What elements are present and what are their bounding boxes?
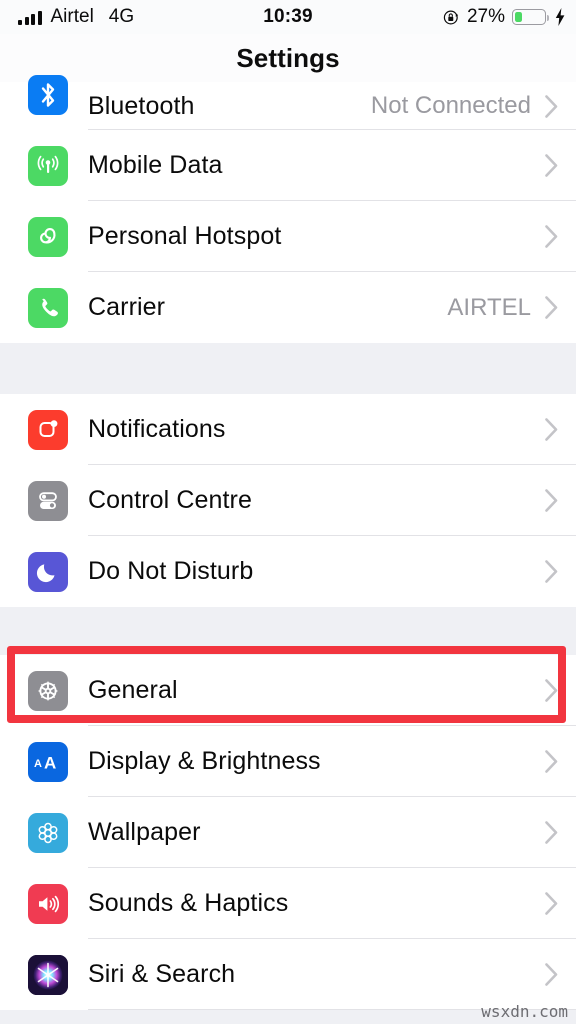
settings-row-accessory: AIRTEL (447, 294, 558, 322)
rotation-lock-icon (443, 9, 460, 26)
chevron-right-icon (545, 750, 558, 773)
settings-row-notifications[interactable]: Notifications (0, 394, 576, 465)
settings-row-label: Carrier (88, 293, 166, 321)
settings-row-label: Personal Hotspot (88, 222, 282, 250)
settings-row-accessory (531, 154, 558, 177)
chevron-right-icon (545, 679, 558, 702)
settings-row-label: Siri & Search (88, 960, 236, 988)
bluetooth-icon (28, 75, 68, 115)
settings-group-system: General A A Display & Brightness Wallpap… (0, 646, 576, 1010)
settings-row-wallpaper[interactable]: Wallpaper (0, 797, 576, 868)
personal-hotspot-icon (28, 216, 68, 257)
mobile-data-icon (28, 145, 68, 186)
chevron-right-icon (545, 418, 558, 441)
settings-row-bluetooth[interactable]: Bluetooth Not Connected (0, 75, 576, 130)
navigation-bar: Settings (0, 34, 576, 82)
battery-icon (512, 9, 550, 25)
svg-text:A: A (34, 758, 42, 770)
control-centre-icon (28, 480, 68, 521)
settings-row-label: Display & Brightness (88, 747, 321, 775)
settings-group-connectivity: Bluetooth Not Connected Mobile Data Pers… (0, 75, 576, 343)
page-title: Settings (236, 42, 340, 73)
chevron-right-icon (545, 821, 558, 844)
chevron-right-icon (545, 154, 558, 177)
settings-row-value: Not Connected (370, 92, 531, 119)
charging-bolt-icon (553, 8, 566, 26)
settings-row-label: Mobile Data (88, 151, 223, 179)
general-gear-icon (28, 670, 68, 711)
settings-row-accessory (531, 750, 558, 773)
settings-row-accessory (531, 560, 558, 583)
settings-row-control-centre[interactable]: Control Centre (0, 465, 576, 536)
sounds-haptics-icon (28, 883, 68, 924)
site-watermark: wsxdn.com (481, 1002, 568, 1021)
settings-row-siri-search[interactable]: Siri & Search (0, 939, 576, 1010)
settings-row-accessory (531, 821, 558, 844)
chevron-right-icon (545, 892, 558, 915)
settings-row-sounds-haptics[interactable]: Sounds & Haptics (0, 868, 576, 939)
settings-row-personal-hotspot[interactable]: Personal Hotspot (0, 201, 576, 272)
status-clock: 10:39 (263, 6, 313, 27)
settings-row-accessory (531, 963, 558, 986)
settings-row-label: Wallpaper (88, 818, 201, 846)
settings-group-alerts: Notifications Control Centre Do Not Dist… (0, 394, 576, 607)
settings-row-general[interactable]: General (0, 646, 576, 726)
status-bar-right: 27% (443, 0, 566, 34)
settings-row-label: Do Not Disturb (88, 557, 254, 585)
status-bar: Airtel 4G 10:39 27% (0, 0, 576, 34)
settings-row-label: Bluetooth (88, 91, 195, 120)
chevron-right-icon (545, 560, 558, 583)
chevron-right-icon (545, 296, 558, 319)
wallpaper-icon (28, 812, 68, 853)
chevron-right-icon (545, 489, 558, 512)
settings-row-display-brightness[interactable]: A A Display & Brightness (0, 726, 576, 797)
settings-row-accessory (531, 679, 558, 702)
settings-row-label: General (88, 676, 178, 704)
settings-row-label: Sounds & Haptics (88, 889, 289, 917)
group-separator-gap (0, 343, 576, 394)
settings-row-accessory (531, 892, 558, 915)
settings-row-mobile-data[interactable]: Mobile Data (0, 130, 576, 201)
group-separator-gap (0, 607, 576, 655)
settings-row-accessory (531, 225, 558, 248)
svg-text:A: A (44, 753, 56, 772)
settings-row-carrier[interactable]: Carrier AIRTEL (0, 272, 576, 343)
settings-row-label: Control Centre (88, 486, 252, 514)
carrier-phone-icon (28, 287, 68, 328)
notifications-icon (28, 409, 68, 450)
battery-percent-label: 27% (466, 6, 505, 27)
iphone-settings-screen: Airtel 4G 10:39 27% Settings Bluetooth N… (0, 0, 576, 1024)
settings-row-value: AIRTEL (447, 293, 531, 321)
settings-row-accessory: Not Connected (371, 92, 558, 120)
settings-row-do-not-disturb[interactable]: Do Not Disturb (0, 536, 576, 607)
chevron-right-icon (545, 963, 558, 986)
settings-row-accessory (531, 418, 558, 441)
display-brightness-icon: A A (28, 741, 68, 782)
settings-list[interactable]: Bluetooth Not Connected Mobile Data Pers… (0, 75, 576, 1024)
siri-search-icon (28, 954, 68, 995)
do-not-disturb-icon (28, 551, 68, 592)
chevron-right-icon (545, 225, 558, 248)
settings-row-accessory (531, 489, 558, 512)
chevron-right-icon (545, 94, 558, 118)
settings-row-label: Notifications (88, 415, 226, 443)
